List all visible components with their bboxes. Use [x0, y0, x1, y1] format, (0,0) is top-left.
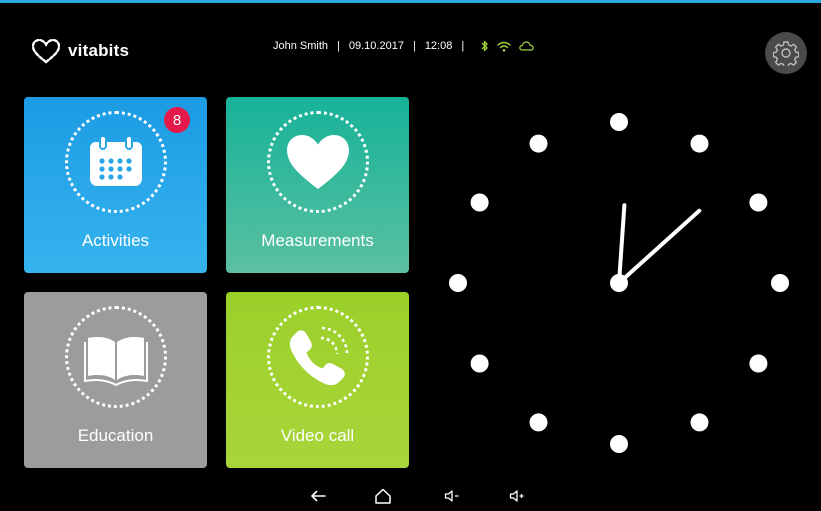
clock-center: [610, 274, 628, 292]
home-icon: [375, 488, 391, 504]
home-button[interactable]: [372, 485, 394, 507]
user-name: John Smith: [273, 40, 329, 52]
tile-label: Education: [77, 426, 154, 445]
tile-label: Video call: [280, 426, 355, 445]
bluetooth-icon: [481, 40, 489, 52]
hour-marker: [529, 134, 548, 153]
status-bar: John Smith | 09.10.2017 | 12:08 |: [273, 40, 535, 52]
hour-marker: [690, 413, 709, 432]
hour-marker: [449, 274, 467, 292]
hour-hand: [617, 203, 627, 285]
minute-hand: [617, 208, 702, 285]
hour-marker: [529, 413, 548, 432]
date: 09.10.2017: [348, 40, 404, 52]
top-accent-line: [0, 0, 821, 3]
heart-outline-logo-icon: [31, 38, 61, 64]
icon-ring: [65, 306, 167, 408]
back-button[interactable]: [307, 485, 329, 507]
volume-down-button[interactable]: [441, 485, 463, 507]
video-call-tile[interactable]: Video call: [226, 292, 409, 468]
separator: |: [412, 40, 416, 52]
volume-up-icon: [509, 490, 524, 502]
calendar-icon: [90, 135, 142, 186]
separator: |: [337, 40, 340, 52]
back-icon: [311, 490, 326, 502]
hour-marker: [610, 435, 628, 453]
icon-ring: [267, 306, 369, 408]
heart-icon: [287, 135, 349, 189]
volume-up-button[interactable]: [506, 485, 528, 507]
hour-marker: [690, 134, 709, 153]
hour-marker: [470, 354, 489, 373]
notification-badge: 8: [164, 107, 190, 133]
wifi-icon: [497, 41, 511, 52]
logo: vitabits: [31, 38, 129, 64]
phone-icon: [289, 326, 349, 386]
time: 12:08: [424, 40, 453, 52]
cloud-icon: [519, 41, 535, 51]
hour-marker: [771, 274, 789, 292]
book-icon: [84, 337, 148, 386]
tile-label: Activities: [81, 231, 150, 250]
logo-text: vitabits: [68, 41, 130, 60]
settings-button[interactable]: [765, 32, 807, 74]
activities-tile[interactable]: 8 Activities: [24, 97, 207, 273]
analog-clock: [449, 113, 789, 453]
gear-icon: [773, 41, 799, 66]
hour-marker: [610, 113, 628, 131]
hour-marker: [749, 193, 768, 212]
hour-marker: [749, 354, 768, 373]
home-screen: vitabits John Smith | 09.10.2017 | 12:08…: [0, 0, 821, 511]
navigation-bar: [0, 476, 821, 511]
tile-label: Measurements: [261, 231, 374, 250]
separator: |: [461, 40, 465, 52]
measurements-tile[interactable]: Measurements: [226, 97, 409, 273]
education-tile[interactable]: Education: [24, 292, 207, 468]
hour-marker: [470, 193, 489, 212]
icon-ring: [65, 111, 167, 213]
icon-ring: [267, 111, 369, 213]
volume-down-icon: [444, 490, 459, 502]
